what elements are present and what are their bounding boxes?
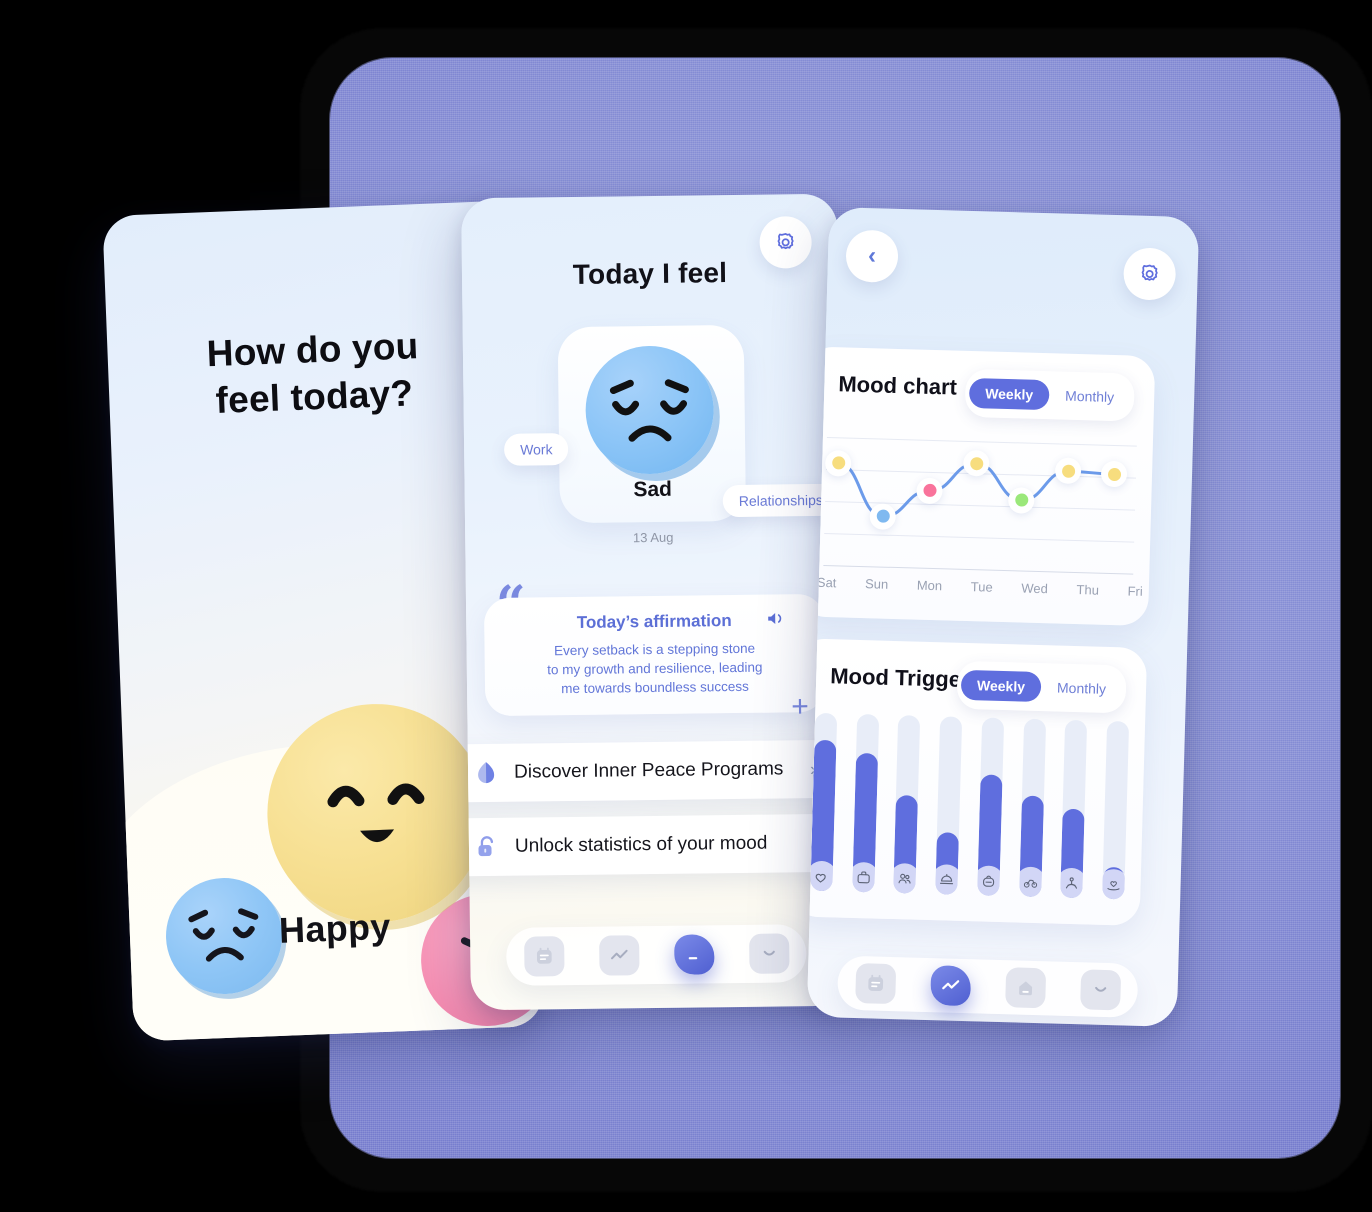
happy-face-icon <box>327 783 425 843</box>
mood-point-wed[interactable] <box>1007 486 1035 514</box>
point-dot <box>1061 464 1075 478</box>
affirmation-line3: me towards boundless success <box>561 679 749 697</box>
page-title: Today I feel <box>572 257 728 290</box>
line-chart-icon <box>941 980 959 990</box>
mood-date: 13 Aug <box>632 529 674 546</box>
unlock-icon <box>473 833 501 861</box>
stats-tab[interactable] <box>598 935 640 976</box>
canvas: How do you feel today? Happy Today I fee… <box>0 0 1372 1212</box>
speaker-glyph <box>768 613 782 625</box>
point-dot <box>876 509 890 524</box>
point-dot <box>1014 493 1028 507</box>
list-item-unlock-stats[interactable]: Unlock statistics of your mood › <box>461 813 840 877</box>
stats-tab[interactable] <box>929 965 971 1007</box>
journal-icon <box>536 947 552 964</box>
mood-name: Sad <box>633 477 673 502</box>
journal-tab[interactable] <box>854 963 896 1005</box>
heart-health-icon <box>810 860 838 892</box>
right-phone-screen: ‹ Mood chart Weekly Monthly Sat Sun Mon … <box>806 206 1200 1028</box>
x-tick-fri: Fri <box>1127 583 1143 599</box>
tag-work[interactable]: Work <box>503 433 569 466</box>
mid-phone-screen: Today I feel Sad 13 Aug Work Relationshi… <box>461 193 847 1011</box>
mood-chart-title: Mood chart <box>838 371 958 400</box>
mood-chart-range-toggle[interactable]: Weekly Monthly <box>964 368 1135 422</box>
smile-icon <box>1094 986 1106 992</box>
trigger-bar-study[interactable] <box>977 717 1004 896</box>
briefcase-icon <box>851 861 879 893</box>
point-dot <box>1107 467 1121 481</box>
mood-card[interactable]: Sad <box>557 324 747 524</box>
segment-weekly[interactable]: Weekly <box>968 377 1050 411</box>
trigger-bars <box>810 712 1130 900</box>
back-button[interactable]: ‹ <box>845 229 899 283</box>
backpack-icon <box>977 865 1004 896</box>
list-item-programs[interactable]: Discover Inner Peace Programs › <box>461 739 839 803</box>
people-icon <box>893 862 921 894</box>
settings-button[interactable] <box>1122 247 1177 301</box>
segment-weekly[interactable]: Weekly <box>960 669 1042 703</box>
mood-chart-panel: Mood chart Weekly Monthly Sat Sun Mon Tue We… <box>806 346 1156 627</box>
mood-chart-plot <box>823 433 1137 575</box>
affirmation-text: Every setback is a stepping stone to my … <box>506 638 803 699</box>
x-tick-tue: Tue <box>970 579 993 595</box>
journal-tab[interactable] <box>523 936 565 977</box>
profile-tab[interactable] <box>748 933 790 974</box>
trigger-bar-sports[interactable] <box>1018 718 1046 898</box>
trigger-bar-self-care[interactable] <box>1102 720 1130 900</box>
mask <box>0 0 250 200</box>
line-chart-icon <box>610 949 628 960</box>
food-icon <box>935 864 963 895</box>
affirmation-card[interactable]: Today’s affirmation Every setback is a s… <box>483 593 826 717</box>
smile-icon <box>763 950 775 956</box>
bottom-tab-bar <box>836 955 1139 1018</box>
trigger-bar-health[interactable] <box>810 712 838 892</box>
add-affirmation-button[interactable]: + <box>791 690 809 723</box>
happy-face[interactable] <box>263 699 490 927</box>
trigger-bar-meditation[interactable] <box>1060 719 1088 899</box>
x-tick-sun: Sun <box>864 576 889 592</box>
chevron-left-icon: ‹ <box>867 242 877 270</box>
trigger-bar-food[interactable] <box>935 716 963 895</box>
point-dot <box>922 484 937 498</box>
home-tab[interactable] <box>1004 967 1046 1009</box>
segment-monthly[interactable]: Monthly <box>1041 672 1123 704</box>
x-tick-thu: Thu <box>1076 582 1100 598</box>
trigger-bar-work[interactable] <box>851 713 879 893</box>
leaf-icon <box>472 759 500 787</box>
mood-triggers-panel: Mood Triggers Weekly Monthly <box>806 638 1148 926</box>
speaker-icon[interactable] <box>766 610 786 631</box>
segment-monthly[interactable]: Monthly <box>1049 380 1131 412</box>
point-dot <box>969 456 983 471</box>
point-dot <box>831 456 845 470</box>
mood-tab[interactable] <box>673 934 715 975</box>
self-care-icon <box>1102 868 1129 900</box>
home-icon <box>1018 981 1032 996</box>
x-tick-sat: Sat <box>816 574 837 591</box>
gear-icon <box>777 233 794 250</box>
bottom-tab-bar <box>505 924 807 986</box>
journal-icon <box>867 974 883 992</box>
sad-face-big <box>584 345 715 475</box>
list-item-label: Unlock statistics of your mood <box>514 832 768 857</box>
bicycle-icon <box>1018 866 1046 898</box>
x-tick-wed: Wed <box>1021 580 1049 597</box>
mood-blob-icon <box>688 957 697 960</box>
trigger-bar-relationships[interactable] <box>893 715 921 894</box>
meditation-icon <box>1060 867 1088 899</box>
affirmation-line2: to my growth and resilience, leading <box>547 659 763 678</box>
profile-tab[interactable] <box>1079 969 1121 1011</box>
gear-icon <box>1141 264 1158 281</box>
page-title: How do you feel today? <box>107 318 520 428</box>
list-item-label: Discover Inner Peace Programs <box>513 758 784 783</box>
sad-face-icon <box>609 379 689 442</box>
x-tick-mon: Mon <box>916 577 943 594</box>
x-axis-labels: Sat Sun Mon Tue Wed Thu Fri <box>817 575 1143 599</box>
mood-triggers-range-toggle[interactable]: Weekly Monthly <box>956 660 1127 714</box>
